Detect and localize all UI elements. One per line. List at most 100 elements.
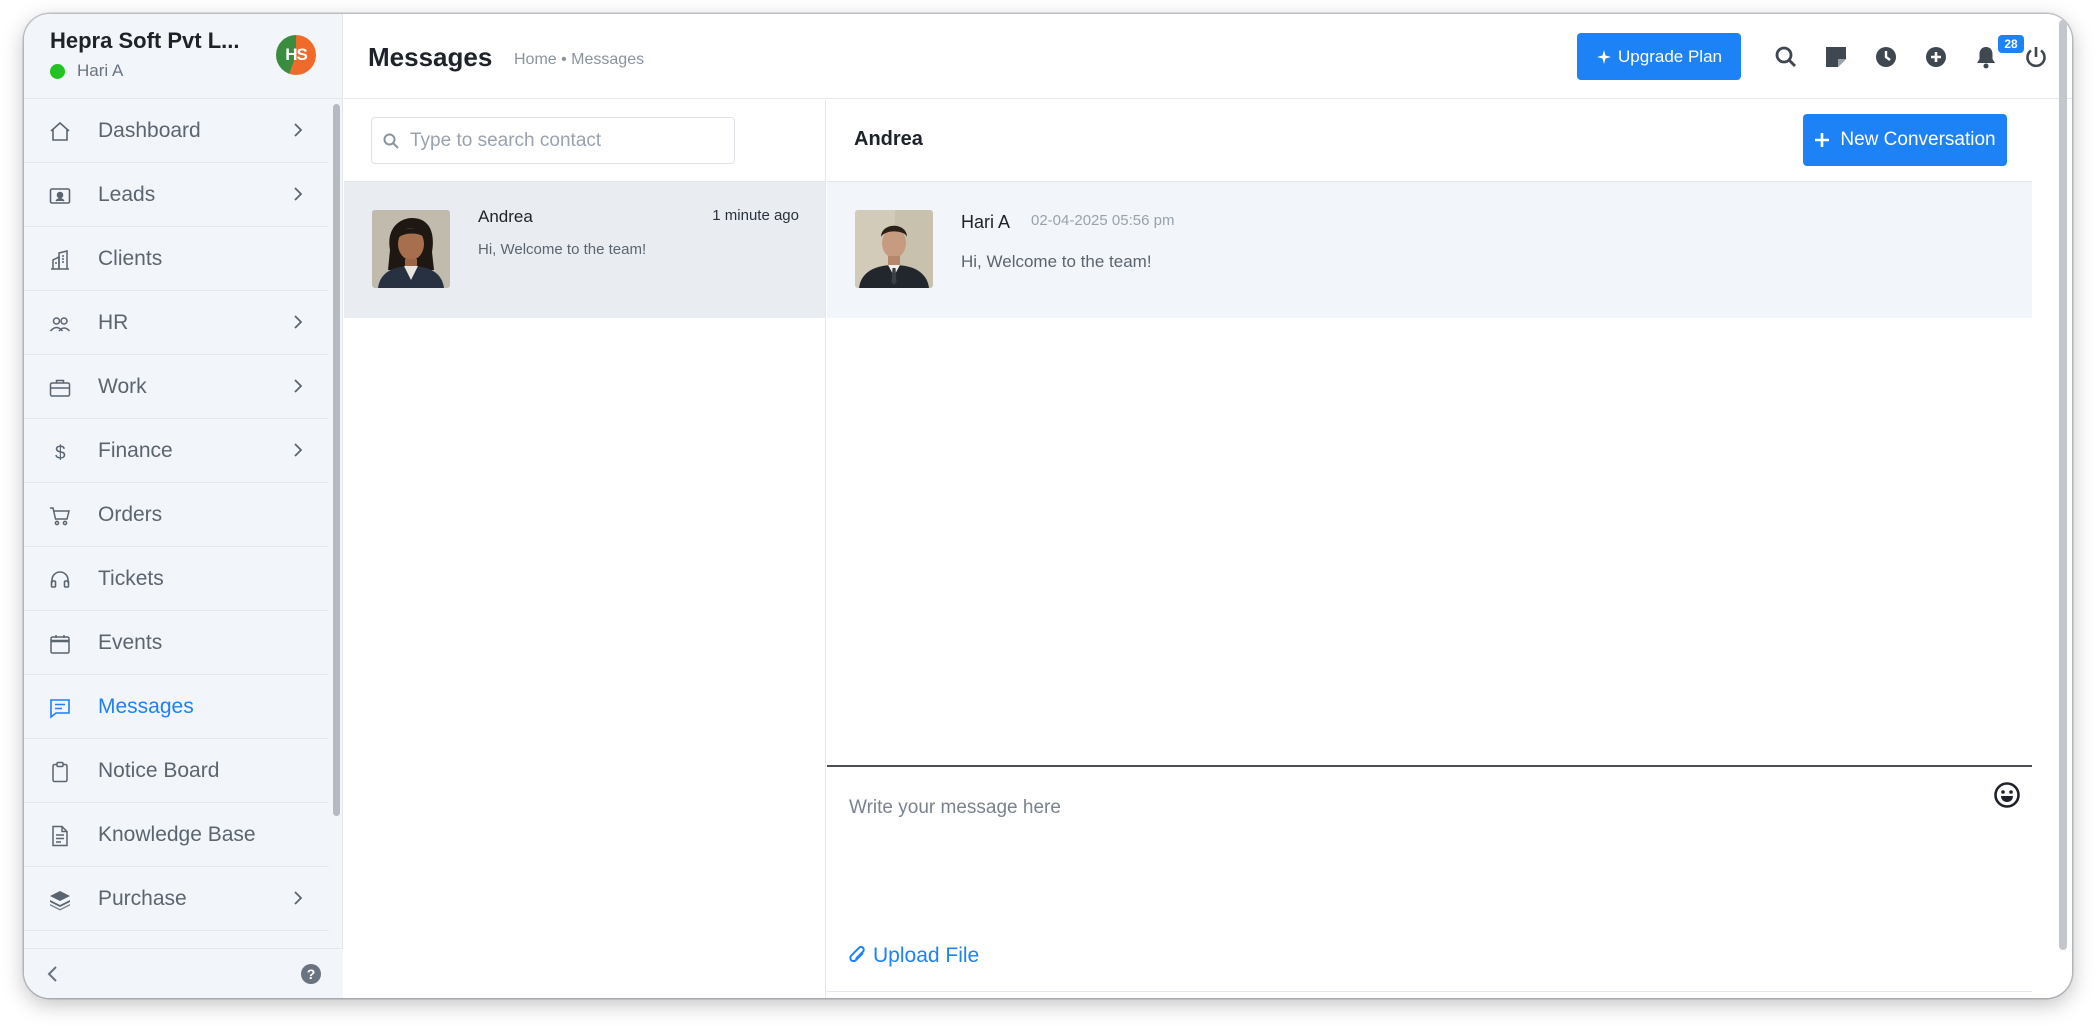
sidebar-item-work[interactable]: Work <box>24 355 329 419</box>
svg-text:$: $ <box>55 443 66 464</box>
app-window: Hepra Soft Pvt L... Hari A HS Dashboard … <box>24 14 2072 998</box>
new-conversation-label: New Conversation <box>1840 129 1996 150</box>
company-name: Hepra Soft Pvt L... <box>50 28 240 53</box>
svg-text:?: ? <box>307 966 316 982</box>
sidebar-item-label: Purchase <box>98 886 187 910</box>
chevron-right-icon <box>294 379 303 393</box>
emoji-icon[interactable] <box>1993 781 2021 809</box>
add-circle-icon[interactable] <box>1923 44 1949 70</box>
sidebar-item-leads[interactable]: Leads <box>24 163 329 227</box>
sidebar-nav: Dashboard Leads Clients HR Work $ Financ… <box>24 99 329 931</box>
sidebar-item-dashboard[interactable]: Dashboard <box>24 99 329 163</box>
sidebar-item-clients[interactable]: Clients <box>24 227 329 291</box>
contact-search-input[interactable] <box>410 118 730 163</box>
message-timestamp: 02-04-2025 05:56 pm <box>1031 212 1175 229</box>
message-composer: Upload File <box>827 765 2032 998</box>
dollar-icon: $ <box>55 443 66 464</box>
upload-file-link[interactable]: Upload File <box>849 944 979 968</box>
people-icon <box>49 317 71 332</box>
sidebar-item-label: Orders <box>98 502 163 526</box>
chevron-right-icon <box>294 123 303 137</box>
sidebar-item-label: Leads <box>98 182 156 206</box>
building-icon <box>51 250 69 270</box>
upload-file-label: Upload File <box>873 944 980 967</box>
sidebar-item-purchase[interactable]: Purchase <box>24 867 329 931</box>
contact-search-area <box>344 100 825 182</box>
clock-icon[interactable] <box>1873 44 1899 70</box>
brand-header[interactable]: Hepra Soft Pvt L... Hari A HS <box>24 14 342 99</box>
search-icon <box>383 133 399 149</box>
sidebar-item-label: Finance <box>98 438 173 462</box>
power-icon[interactable] <box>2023 44 2049 70</box>
message-sender: Hari A <box>961 212 1011 232</box>
sidebar-item-events[interactable]: Events <box>24 611 329 675</box>
conversation-header: Andrea New Conversation <box>827 100 2032 182</box>
sidebar-item-knowledge-base[interactable]: Knowledge Base <box>24 803 329 867</box>
sidebar-item-notice-board[interactable]: Notice Board <box>24 739 329 803</box>
message-text: Hi, Welcome to the team! <box>961 252 1152 271</box>
briefcase-icon <box>49 379 71 397</box>
document-icon <box>52 825 68 847</box>
sidebar-item-orders[interactable]: Orders <box>24 483 329 547</box>
conversation-recipient: Andrea <box>854 128 923 150</box>
sidebar-item-tickets[interactable]: Tickets <box>24 547 329 611</box>
contact-avatar <box>372 210 450 288</box>
paperclip-icon <box>849 945 865 963</box>
top-header: Messages Home • Messages Upgrade Plan 28 <box>344 14 2072 99</box>
composer-divider <box>827 991 2032 992</box>
sender-avatar <box>855 210 933 288</box>
breadcrumb: Home • Messages <box>514 51 645 68</box>
help-icon[interactable]: ? <box>300 963 322 985</box>
sidebar-item-finance[interactable]: $ Finance <box>24 419 329 483</box>
clipboard-icon <box>52 761 68 783</box>
headset-icon <box>50 571 70 588</box>
company-logo: HS <box>276 35 316 75</box>
sidebar-item-label: Work <box>98 374 147 398</box>
home-icon <box>50 121 70 141</box>
contact-name: Andrea <box>478 207 533 226</box>
current-user-name: Hari A <box>77 61 124 80</box>
chevron-right-icon <box>294 443 303 457</box>
plus-icon <box>1815 133 1830 147</box>
upgrade-plan-button[interactable]: Upgrade Plan <box>1577 33 1741 80</box>
contact-card-icon <box>49 188 71 204</box>
sidebar-item-hr[interactable]: HR <box>24 291 329 355</box>
contacts-panel: Andrea 1 minute ago Hi, Welcome to the t… <box>344 100 826 998</box>
sparkle-icon <box>1597 49 1612 64</box>
layers-icon <box>50 891 70 911</box>
search-icon[interactable] <box>1773 44 1799 70</box>
sidebar-item-messages[interactable]: Messages <box>24 675 329 739</box>
online-status-dot <box>50 63 65 79</box>
calendar-icon <box>50 635 70 654</box>
contact-last-time: 1 minute ago <box>712 207 799 224</box>
sidebar-item-label: Events <box>98 630 163 654</box>
conversation-panel: Andrea New Conversation Hari A 02-04-202… <box>827 100 2032 998</box>
sidebar-item-label: Dashboard <box>98 118 201 142</box>
collapse-sidebar-icon[interactable] <box>42 963 64 985</box>
new-conversation-button[interactable]: New Conversation <box>1803 114 2007 166</box>
contact-search-box[interactable] <box>371 117 735 164</box>
page-scrollbar[interactable] <box>2059 20 2067 950</box>
notification-count-badge: 28 <box>1998 35 2024 53</box>
contact-list-item[interactable]: Andrea 1 minute ago Hi, Welcome to the t… <box>344 182 825 318</box>
sticky-note-icon[interactable] <box>1823 44 1849 70</box>
upgrade-plan-label: Upgrade Plan <box>1618 46 1722 66</box>
sidebar-item-label: Tickets <box>98 566 164 590</box>
chevron-right-icon <box>294 315 303 329</box>
sidebar-item-label: Messages <box>98 694 194 718</box>
chevron-right-icon <box>294 187 303 201</box>
cart-icon <box>50 507 70 526</box>
current-user: Hari A <box>50 61 123 81</box>
sidebar: Hepra Soft Pvt L... Hari A HS Dashboard … <box>24 14 343 998</box>
sidebar-item-label: Notice Board <box>98 758 220 782</box>
message-item: Hari A 02-04-2025 05:56 pm Hi, Welcome t… <box>827 182 2032 318</box>
contact-last-message: Hi, Welcome to the team! <box>478 241 647 258</box>
sidebar-footer: ? <box>24 948 343 998</box>
chevron-right-icon <box>294 891 303 905</box>
sidebar-item-label: Clients <box>98 246 163 270</box>
message-input[interactable] <box>849 797 1949 907</box>
notification-bell-icon[interactable] <box>1973 44 1999 70</box>
page-title: Messages <box>368 42 493 72</box>
sidebar-item-label: HR <box>98 310 129 334</box>
sidebar-scrollbar[interactable] <box>333 104 340 816</box>
